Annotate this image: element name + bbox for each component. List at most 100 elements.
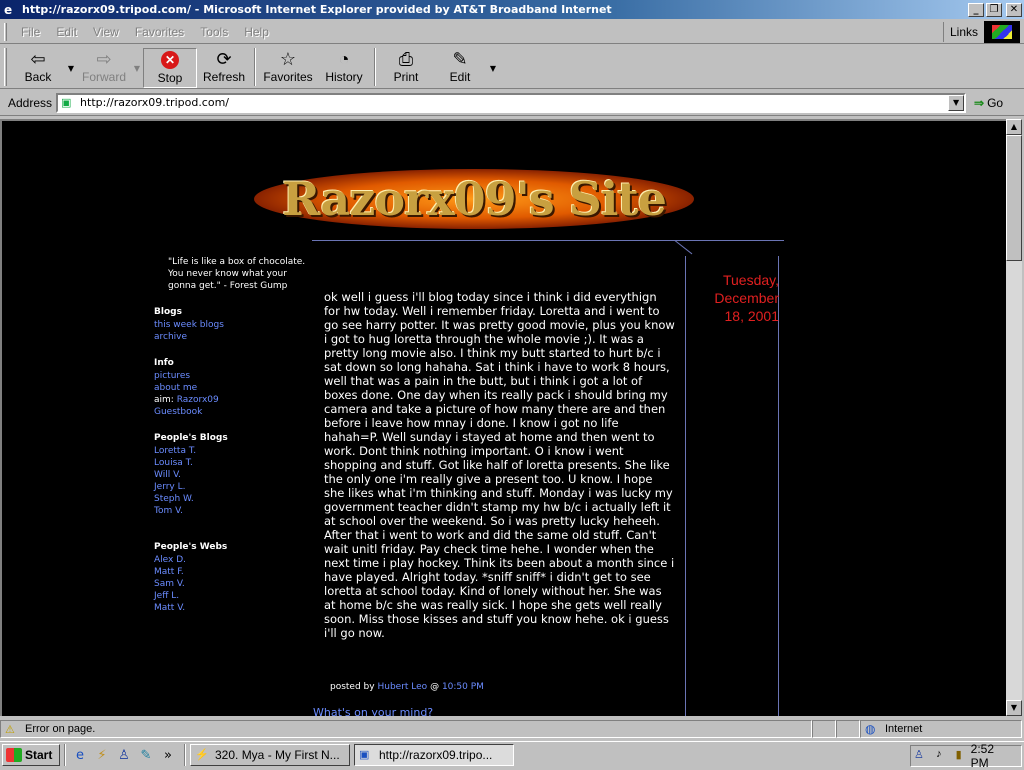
page-content: Razorx09's Site "Life is like a box of c… [0, 119, 1006, 716]
link-people-blog[interactable]: Tom V. [154, 505, 304, 517]
menu-edit[interactable]: Edit [48, 25, 85, 39]
warning-icon[interactable]: ⚠ [5, 723, 19, 736]
globe-icon: ◍ [865, 722, 876, 736]
refresh-button[interactable]: ⟳ Refresh [197, 48, 251, 88]
task-winamp[interactable]: ⚡ 320. Mya - My First N... [190, 744, 350, 766]
address-field[interactable]: ▣ ▼ [56, 92, 967, 113]
history-label: History [325, 70, 363, 84]
blog-post-body: ok well i guess i'll blog today since i … [324, 290, 675, 640]
messenger-tray-icon[interactable]: ♙ [911, 748, 927, 764]
link-people-web[interactable]: Alex D. [154, 554, 304, 566]
taskbar-separator [184, 744, 186, 766]
link-people-web[interactable]: Matt F. [154, 566, 304, 578]
task-internet-explorer[interactable]: ▣ http://razorx09.tripo... [354, 744, 514, 766]
minimize-button[interactable]: _ [968, 2, 984, 17]
link-about-me[interactable]: about me [154, 382, 304, 394]
link-people-blog[interactable]: Jerry L. [154, 481, 304, 493]
link-archive[interactable]: archive [154, 331, 304, 343]
winamp-icon[interactable]: ⚡ [92, 745, 112, 765]
menu-view[interactable]: View [85, 25, 127, 39]
network-icon[interactable]: ▮ [951, 748, 967, 764]
edit-dropdown-icon[interactable]: ▼ [487, 48, 499, 88]
site-banner: Razorx09's Site [254, 165, 694, 233]
back-dropdown-icon[interactable]: ▼ [65, 48, 77, 88]
link-guestbook[interactable]: Guestbook [154, 406, 304, 418]
status-pane [836, 720, 860, 738]
permalink-time[interactable]: 10:50 PM [442, 682, 484, 692]
link-aim[interactable]: Razorx09 [177, 395, 219, 405]
link-this-week-blogs[interactable]: this week blogs [154, 319, 304, 331]
favorites-button[interactable]: ☆ Favorites [259, 48, 317, 88]
sidebar: "Life is like a box of chocolate. You ne… [154, 256, 305, 614]
links-button[interactable]: Links [942, 21, 984, 42]
sidebar-quote: "Life is like a box of chocolate. You ne… [168, 257, 306, 291]
history-icon: ◔ [338, 48, 350, 69]
winamp-icon: ⚡ [195, 749, 209, 761]
menu-favorites[interactable]: Favorites [127, 25, 192, 39]
forward-dropdown-icon[interactable]: ▼ [131, 48, 143, 88]
menu-grip[interactable] [4, 22, 7, 41]
author-link[interactable]: Hubert Leo [377, 682, 427, 692]
posted-by-label: posted by [330, 682, 375, 692]
window-title-bar[interactable]: e http://razorx09.tripod.com/ - Microsof… [0, 0, 1024, 19]
address-label: Address [8, 95, 53, 110]
comments-link[interactable]: What's on your mind? [313, 706, 433, 716]
link-people-web[interactable]: Matt V. [154, 602, 304, 614]
messenger-icon[interactable]: ♙ [114, 745, 134, 765]
zone-label: Internet [885, 723, 923, 735]
scroll-thumb[interactable] [1006, 135, 1022, 261]
status-message-pane[interactable]: ⚠ Error on page. [0, 720, 812, 738]
stop-button[interactable]: ✕ Stop [143, 48, 197, 88]
at-symbol: @ [430, 682, 440, 692]
link-people-web[interactable]: Jeff L. [154, 590, 304, 602]
start-button[interactable]: Start [2, 744, 60, 766]
standard-toolbar: ⇦ Back ▼ ⇨ Forward ▼ ✕ Stop ⟳ Refresh ☆ … [0, 45, 1024, 89]
internet-explorer-icon[interactable]: e [70, 745, 90, 765]
status-message: Error on page. [25, 723, 96, 735]
scroll-up-icon[interactable]: ▲ [1006, 119, 1022, 135]
menu-bar: File Edit View Favorites Tools Help Link… [0, 20, 1024, 44]
system-tray: ♙ ♪ ▮ 2:52 PM [910, 742, 1022, 770]
vertical-scrollbar[interactable]: ▲ ▼ [1006, 119, 1022, 716]
link-people-web[interactable]: Sam V. [154, 578, 304, 590]
refresh-icon: ⟳ [216, 48, 232, 69]
address-dropdown-icon[interactable]: ▼ [948, 94, 965, 111]
link-people-blog[interactable]: Louisa T. [154, 457, 304, 469]
scroll-down-icon[interactable]: ▼ [1006, 700, 1022, 716]
back-button[interactable]: ⇦ Back [11, 48, 65, 88]
restore-button[interactable]: ❐ [986, 2, 1002, 17]
edit-button[interactable]: ✎ Edit [433, 48, 487, 88]
close-button[interactable]: ✕ [1006, 2, 1022, 17]
ie-icon: e [4, 2, 13, 17]
notepad-icon[interactable]: ✎ [136, 745, 156, 765]
history-button[interactable]: ◔ History [317, 48, 371, 88]
forward-arrow-icon: ⇨ [96, 48, 112, 69]
page-icon: ▣ [61, 95, 72, 109]
link-people-blog[interactable]: Loretta T. [154, 445, 304, 457]
security-zone-pane: ◍ Internet [860, 720, 1022, 738]
clock[interactable]: 2:52 PM [971, 742, 1015, 770]
url-input[interactable] [80, 96, 941, 109]
link-people-blog[interactable]: Will V. [154, 469, 304, 481]
header-divider-slant [674, 240, 693, 255]
favorites-label: Favorites [263, 70, 313, 84]
print-button[interactable]: ⎙ Print [379, 48, 433, 88]
volume-icon[interactable]: ♪ [931, 748, 947, 764]
link-people-blog[interactable]: Steph W. [154, 493, 304, 505]
go-button[interactable]: ⇒ Go [974, 96, 1003, 110]
stop-label: Stop [157, 71, 183, 85]
peoples-blogs-section: People's Blogs Loretta T. Louisa T. Will… [154, 432, 304, 517]
edit-label: Edit [449, 70, 471, 84]
menu-file[interactable]: File [13, 25, 48, 39]
start-label: Start [25, 748, 53, 762]
back-label: Back [24, 70, 52, 84]
post-byline: posted by Hubert Leo @ 10:50 PM [330, 682, 484, 692]
print-label: Print [393, 70, 419, 84]
link-pictures[interactable]: pictures [154, 370, 304, 382]
toolbar-grip[interactable] [4, 48, 7, 86]
forward-button[interactable]: ⇨ Forward [77, 48, 131, 88]
menu-help[interactable]: Help [236, 25, 277, 39]
quicklaunch-chevron[interactable]: » [158, 745, 178, 765]
menu-tools[interactable]: Tools [192, 25, 236, 39]
taskbar: Start e ⚡ ♙ ✎ » ⚡ 320. Mya - My First N.… [0, 741, 1024, 770]
